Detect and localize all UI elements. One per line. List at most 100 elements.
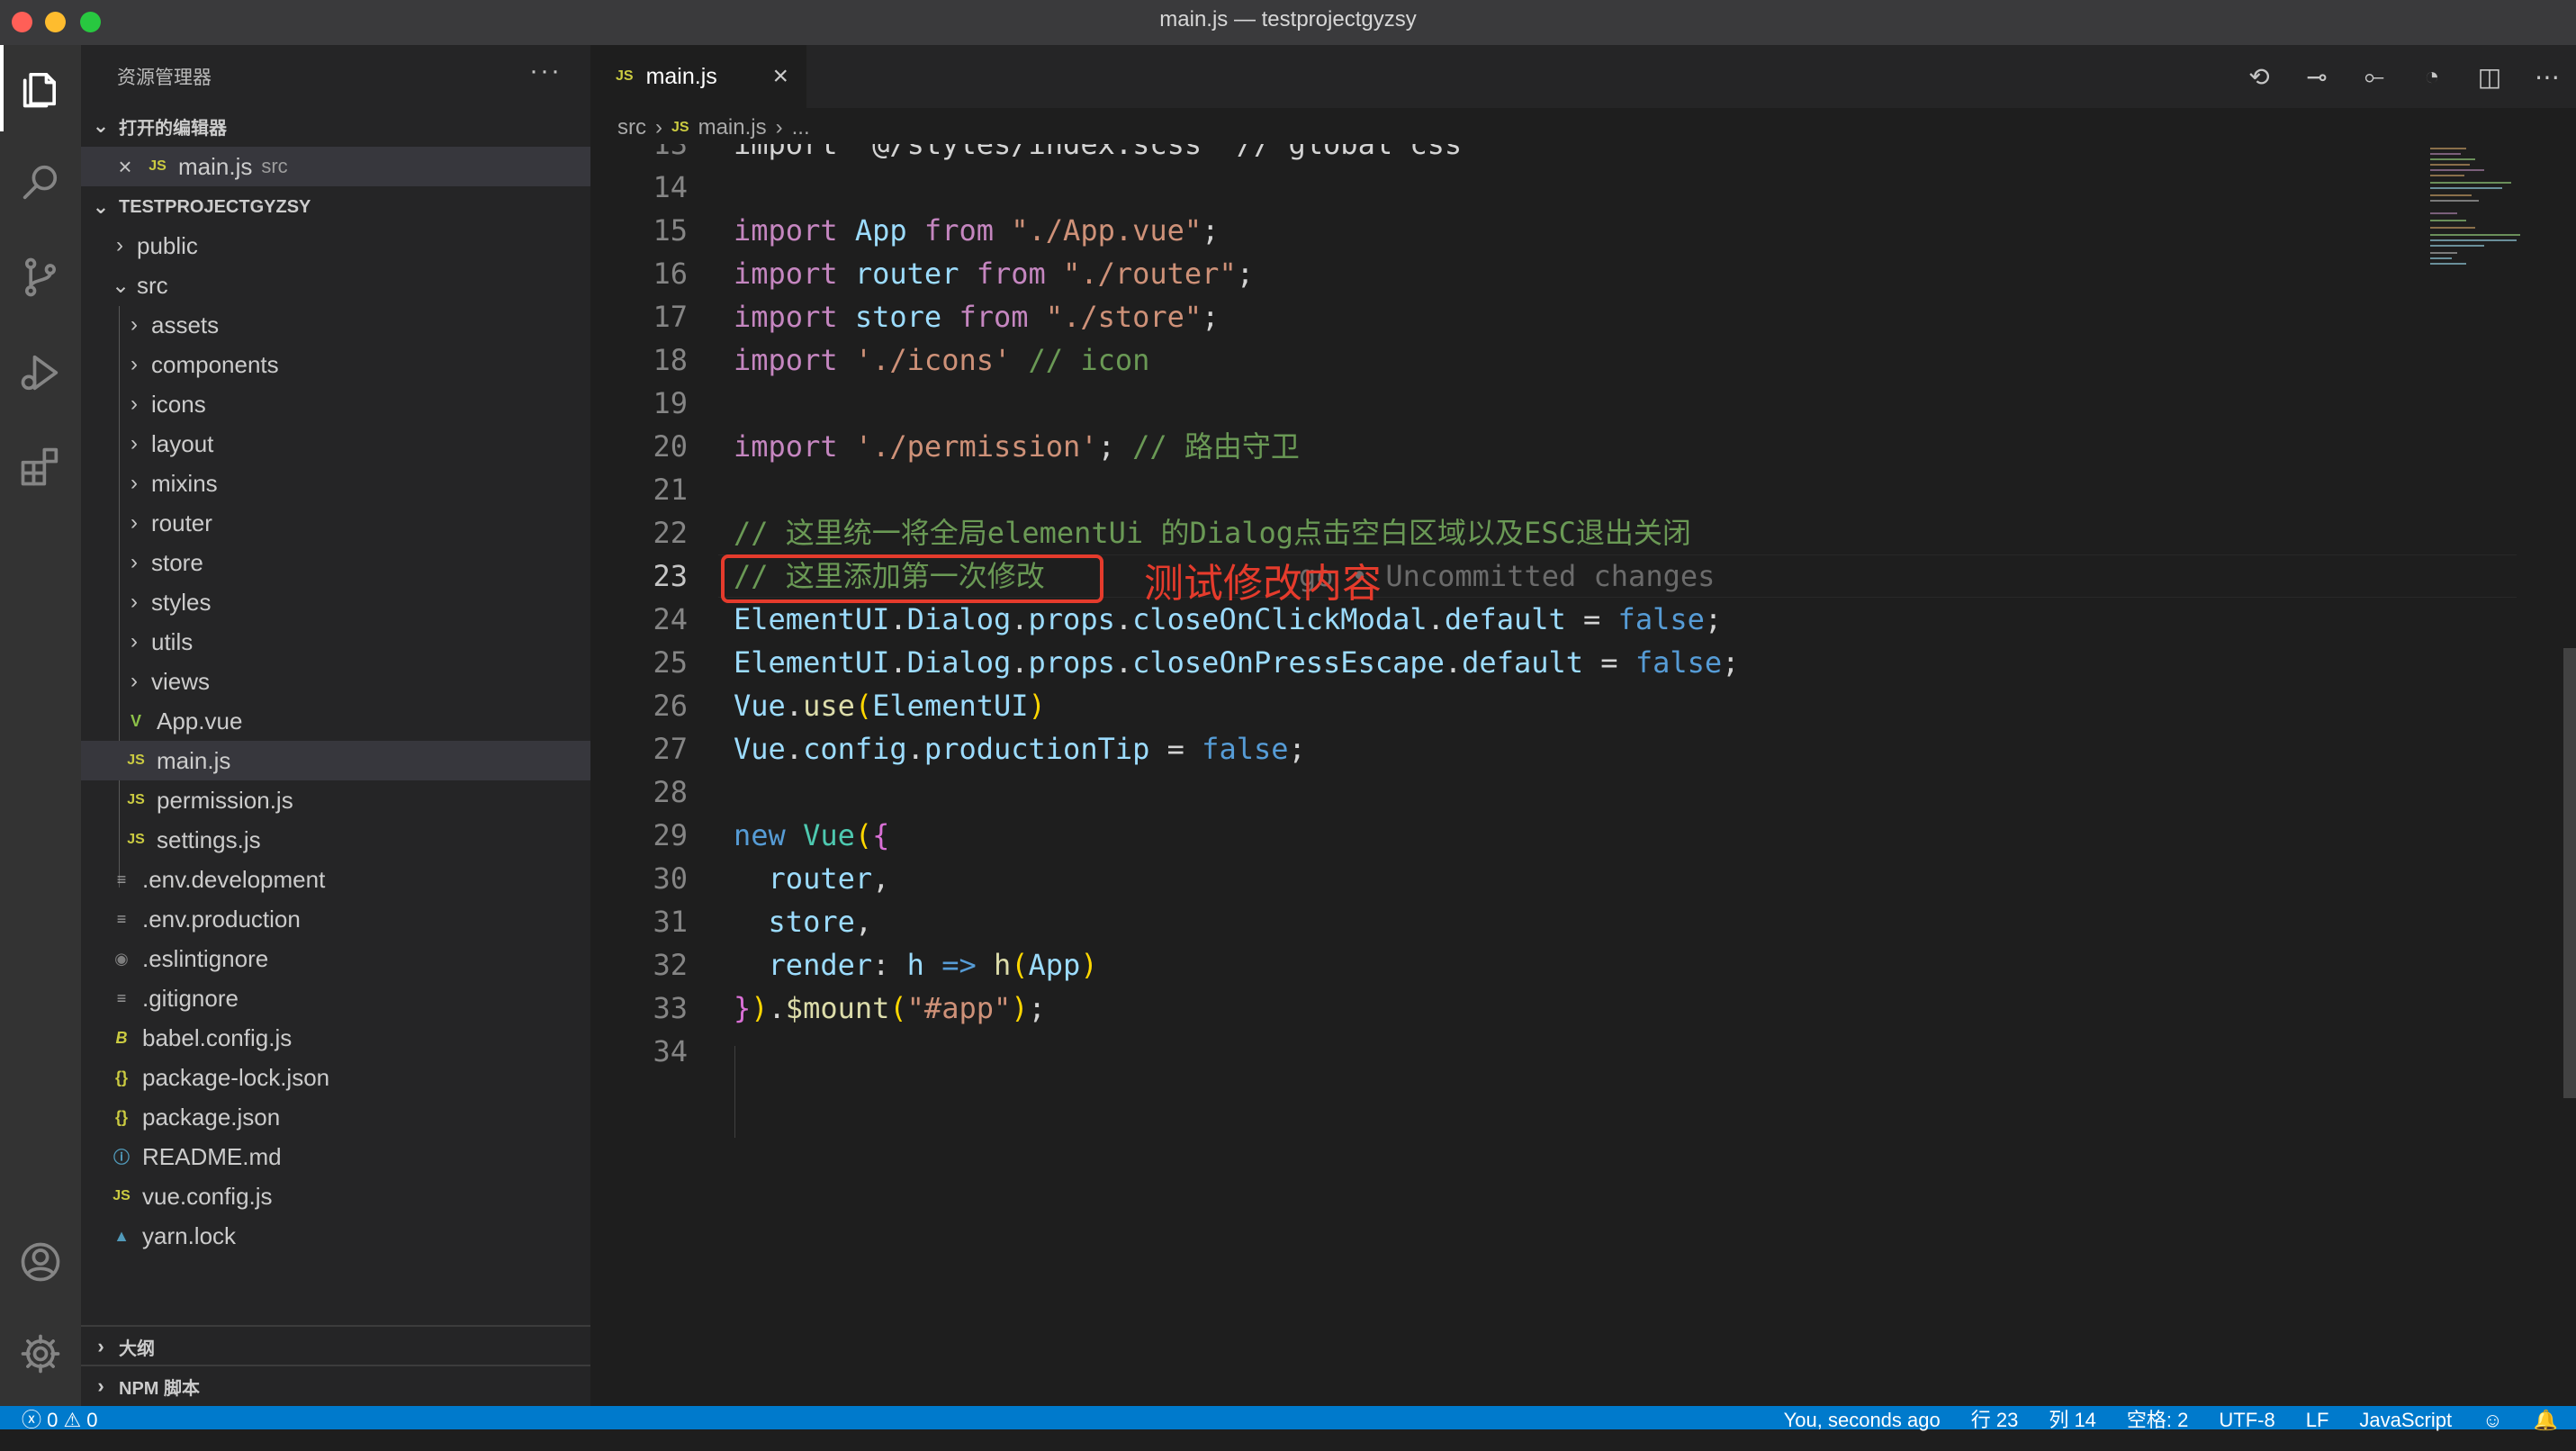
chevron-right-icon: › [131,471,138,495]
close-icon[interactable]: × [115,153,135,181]
scrollbar-thumb[interactable] [2563,648,2576,1098]
code-line: 22 // 这里统一将全局elementUi 的Dialog点击空白区域以及ES… [590,511,2526,554]
tree-item-yarn-lock[interactable]: ▲ yarn.lock [81,1216,590,1256]
open-editor-desc: src [261,155,288,177]
line-text: new Vue({ [734,818,890,852]
timeline-icon[interactable]: ◔ [2403,62,2461,91]
tree-item-components[interactable]: › components [81,345,590,384]
activity-bar [0,45,81,1406]
js-file-icon: JS [127,832,145,847]
minimap[interactable] [2428,144,2563,360]
indentation[interactable]: 空格: 2 [2127,1406,2188,1431]
extensions-button[interactable] [0,423,81,509]
tree-item-assets[interactable]: › assets [81,305,590,345]
minimap-line [2430,200,2479,202]
language-mode[interactable]: JavaScript [2359,1406,2452,1431]
tree-item-router[interactable]: › router [81,503,590,543]
tree-item-app-vue[interactable]: V App.vue [81,701,590,741]
code-line: 21 [590,468,2526,511]
tree-item-babel-config[interactable]: B babel.config.js [81,1018,590,1058]
problems-indicator[interactable]: ⓧ 0 ⚠ 0 [22,1406,98,1431]
tree-item-src[interactable]: ⌄ src [81,266,590,305]
code-line: 25 ElementUI.Dialog.props.closeOnPressEs… [590,641,2526,684]
minimap-line [2430,194,2472,196]
tree-item-permission-js[interactable]: JS permission.js [81,780,590,820]
line-number: 22 [653,516,688,550]
breadcrumb-symbol[interactable]: ... [792,115,810,140]
js-file-icon: JS [149,158,167,174]
tree-item-env-development[interactable]: ≡ .env.development [81,860,590,899]
open-editor-item[interactable]: × JS main.js src [81,147,590,186]
open-editor-label: main.js [178,152,253,180]
bell-icon[interactable]: 🔔 [2534,1406,2558,1431]
git-commit-prev-icon[interactable]: ⊸ [2288,62,2346,92]
npm-scripts-header[interactable]: › NPM 脚本 [81,1366,590,1406]
tree-item-utils[interactable]: › utils [81,622,590,662]
open-editors-header[interactable]: ⌄ 打开的编辑器 [81,106,590,146]
gear-icon [21,1334,60,1374]
line-number: 26 [653,689,688,723]
outline-title: 大纲 [119,1338,155,1359]
tree-item-settings-js[interactable]: JS settings.js [81,820,590,860]
manage-button[interactable] [0,1311,81,1397]
code-line: 33 }).$mount("#app"); [590,987,2526,1030]
accounts-button[interactable] [0,1219,81,1305]
line-number: 20 [653,429,688,464]
tree-item-readme[interactable]: ⓘ README.md [81,1137,590,1176]
code-line: 26 Vue.use(ElementUI) [590,684,2526,727]
tree-item-layout[interactable]: › layout [81,424,590,464]
git-compare-icon[interactable]: ⟲ [2230,62,2288,92]
chevron-down-icon: ⌄ [92,195,110,218]
tree-item-views[interactable]: › views [81,662,590,701]
encoding[interactable]: UTF-8 [2219,1406,2274,1431]
line-text: // 这里统一将全局elementUi 的Dialog点击空白区域以及ESC退出… [734,516,1691,550]
tree-item-env-production[interactable]: ≡ .env.production [81,899,590,939]
search-icon [23,165,58,200]
tree-item-eslintignore[interactable]: ◉ .eslintignore [81,939,590,978]
code-editor[interactable]: 13 import '@/styles/index.scss' // globa… [590,144,2526,1451]
tree-item-package-json[interactable]: {} package.json [81,1097,590,1137]
git-commit-next-icon[interactable]: ⟜ [2346,62,2403,92]
line-text: import '@/styles/index.scss' // global c… [734,144,1463,161]
editor-scrollbar[interactable] [2563,144,2576,1451]
tree-item-label: permission.js [157,786,293,814]
run-debug-button[interactable] [0,329,81,416]
tree-item-label: .env.development [142,865,326,893]
more-actions-icon[interactable]: ··· [529,56,562,86]
tree-item-main-js[interactable]: JS main.js [81,741,590,780]
tree-item-styles[interactable]: › styles [81,582,590,622]
tree-item-package-lock[interactable]: {} package-lock.json [81,1058,590,1097]
explorer-button[interactable] [0,45,81,131]
close-icon[interactable]: × [772,61,788,92]
tree-item-label: mixins [151,469,218,497]
editor-actions: ⟲ ⊸ ⟜ ◔ ◫ ⋯ [2230,45,2576,108]
breadcrumb-file[interactable]: main.js [698,115,767,140]
split-editor-icon[interactable]: ◫ [2461,62,2518,92]
code-line: 15 import App from "./App.vue"; [590,209,2526,252]
tree-item-public[interactable]: › public [81,226,590,266]
tree-item-icons[interactable]: › icons [81,384,590,424]
workspace-header[interactable]: ⌄ TESTPROJECTGYZSY [81,187,590,227]
search-button[interactable] [0,139,81,225]
cursor-line[interactable]: 行 23 [1971,1406,2019,1431]
feedback-icon[interactable]: ☺ [2482,1406,2502,1431]
more-actions-icon[interactable]: ⋯ [2518,62,2576,92]
end-of-line[interactable]: LF [2306,1406,2329,1431]
tree-item-vue-config[interactable]: JS vue.config.js [81,1176,590,1216]
chevron-right-icon: › [97,1335,104,1357]
git-blame-status[interactable]: You, seconds ago [1784,1406,1941,1431]
source-control-button[interactable] [0,234,81,320]
line-number: 33 [653,991,688,1025]
cursor-column[interactable]: 列 14 [2049,1406,2096,1431]
tree-item-mixins[interactable]: › mixins [81,464,590,503]
run-debug-icon [21,355,59,391]
code-line: 27 Vue.config.productionTip = false; [590,727,2526,771]
chevron-down-icon: ⌄ [92,114,110,137]
json-file-icon: {} [114,1107,128,1126]
tree-item-store[interactable]: › store [81,543,590,582]
breadcrumb-folder[interactable]: src [617,115,646,140]
tree-item-gitignore[interactable]: ≡ .gitignore [81,978,590,1018]
tab-main-js[interactable]: JS main.js × [590,45,806,108]
tree-item-label: .env.production [142,905,301,933]
outline-header[interactable]: › 大纲 [81,1327,590,1366]
